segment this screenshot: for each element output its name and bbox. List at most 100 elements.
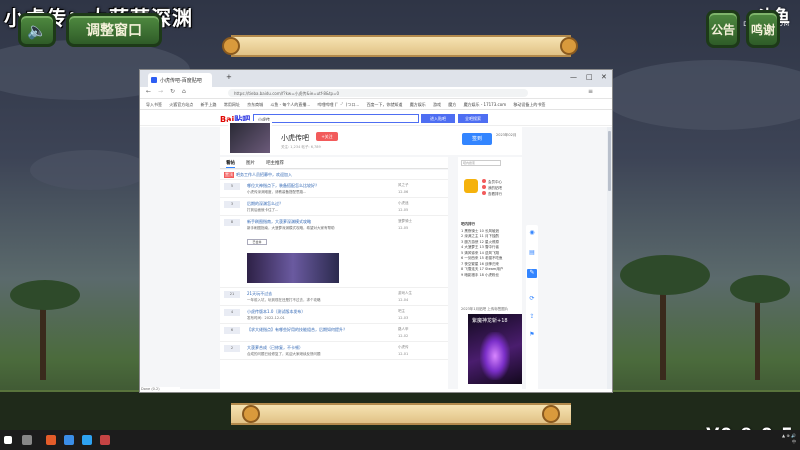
list-item[interactable]: 9 暗影猎手 18 小虎粉丝 (461, 273, 519, 279)
thread-author[interactable]: 风之子 (398, 183, 409, 188)
home-icon[interactable]: ⌂ (182, 88, 186, 95)
follow-button[interactable]: +关注 (316, 132, 338, 141)
reply-count: 5 (224, 183, 240, 190)
app-icon[interactable]: ◉ (527, 229, 537, 238)
thread-snippet: 新手刷图指南，大菠萝深渊模式攻略，希望对大家有帮助 (247, 226, 335, 230)
tab-bar: 小虎传吧-百度贴吧 + — □ ✕ (140, 70, 612, 87)
tab-images[interactable]: 图片 (246, 160, 255, 166)
tree (10, 280, 80, 310)
forum-search-input[interactable]: 吧内搜索 (461, 160, 501, 166)
bookmark-item[interactable]: 火狐官方站点 (169, 102, 193, 108)
scroll-knob (242, 405, 260, 423)
bookmark-item[interactable]: 新手上路 (201, 102, 217, 108)
tab-threads[interactable]: 看帖 (226, 160, 235, 168)
edit-icon[interactable]: ✎ (527, 269, 537, 278)
table-row[interactable]: 2 大菠萝合成（已修复，不卡顿） 合成的问题已经修复了，欢迎大家继续反馈问题 小… (220, 342, 448, 360)
scroll-top (231, 35, 571, 57)
new-tab-button[interactable]: + (226, 73, 232, 81)
page-content: 小虎传吧 +关注 关注: 1,234 帖子: 6,789 签到 2023年02月… (140, 121, 612, 392)
thread-author[interactable]: 菠萝骑士 (398, 219, 412, 224)
bookmark-item[interactable]: 魔方娱乐 - 17173.com (464, 102, 507, 108)
browser-window: 小虎传吧-百度贴吧 + — □ ✕ ← → ↻ ⌂ https://tieba.… (139, 69, 613, 393)
thread-author[interactable]: 小虎传 (398, 345, 409, 350)
thread-title[interactable]: 新手刷图指南，大菠萝深渊模式攻略 (247, 219, 311, 225)
bookmark-item[interactable]: 常用网址 (224, 102, 240, 108)
taskbar: ▲ ⊕ 🔊 中 (0, 430, 800, 450)
bookmark-item[interactable]: 斗鱼 - 每个人的直播... (270, 102, 310, 108)
sidebar-item[interactable]: 查看排行 (482, 191, 502, 197)
search-input[interactable]: 小虎传 (253, 114, 419, 123)
app-icon[interactable] (64, 435, 74, 445)
app-icon[interactable] (82, 435, 92, 445)
adjust-window-button[interactable]: 调整窗口 (66, 13, 162, 47)
forum-avatar (228, 121, 272, 155)
app-icon[interactable] (100, 435, 110, 445)
scrollbar-thumb[interactable] (608, 131, 611, 191)
table-row[interactable]: 3 后期的深渊怎么过？ 打到后面就卡住了... 小虎迷 12-05 (220, 198, 448, 216)
thread-title[interactable]: 大菠萝合成（已修复，不卡顿） (247, 345, 303, 351)
thread-title[interactable]: 哪位大神指点下，装备搭配怎么比较好？ (247, 183, 319, 189)
minimize-button[interactable]: — (570, 73, 577, 81)
browser-tab[interactable]: 小虎传吧-百度贴吧 (148, 73, 212, 87)
bookmark-item[interactable]: 魔方娱乐 (410, 102, 426, 108)
sound-button[interactable]: 🔈 (18, 13, 56, 47)
all-search-button[interactable]: 全吧搜索 (458, 114, 488, 123)
search-icon[interactable] (22, 435, 32, 445)
list-icon[interactable]: ▤ (527, 249, 537, 258)
tree (755, 290, 760, 380)
thread-thumbnail[interactable] (247, 253, 339, 283)
system-tray[interactable]: ▲ ⊕ 🔊 中 (782, 433, 796, 445)
scroll-bottom (231, 403, 571, 425)
thread-time: 12-05 (398, 226, 409, 230)
tieba-favicon-icon (151, 77, 157, 83)
thread-author[interactable]: 吧主 (398, 309, 405, 314)
forum-tabs: 看帖 图片 吧主推荐 (220, 157, 448, 169)
thread-author[interactable]: 小虎迷 (398, 201, 409, 206)
thread-title[interactable]: 小虎传版本1.0（测试版本发布） (247, 309, 305, 315)
maximize-button[interactable]: □ (586, 73, 593, 81)
table-row[interactable]: 4 小虎传版本1.0（测试版本发布） 发布时间：2022-12-01 吧主 12… (220, 306, 448, 324)
close-button[interactable]: ✕ (601, 73, 607, 81)
table-row[interactable]: 5 哪位大神指点下，装备搭配怎么比较好？ 小虎传深渊难度，请教装备搭配思路...… (220, 180, 448, 198)
table-row[interactable]: 8 新手刷图指南，大菠萝深渊模式攻略 新手刷图指南，大菠萝深渊模式攻略，希望对大… (220, 216, 448, 288)
share-icon[interactable]: ⇪ (527, 313, 537, 322)
reload-icon[interactable]: ↻ (170, 88, 175, 95)
menu-icon[interactable]: ≡ (588, 88, 593, 95)
announcement-button[interactable]: 公告 (706, 10, 740, 48)
thread-title[interactable]: 21天玩不过去 (247, 291, 272, 297)
windows-start-icon[interactable] (4, 436, 12, 444)
feedback-icon[interactable]: ⚑ (527, 331, 537, 340)
scrollbar[interactable] (607, 127, 612, 389)
bookmark-item[interactable]: 百度一下，你就知道 (366, 102, 402, 108)
table-row[interactable]: 21 21天玩不过去 一年前入坑，玩到现在还是打不过去，求个攻略 游戏人生 12… (220, 288, 448, 306)
thread-snippet: 一年前入坑，玩到现在还是打不过去，求个攻略 (247, 298, 321, 302)
thread-title[interactable]: 后期的深渊怎么过？ (247, 201, 283, 207)
table-row[interactable]: 6 【求大佬指点】有哪些好用的技能组合，后期如何提升？ 路人甲 12-02 (220, 324, 448, 342)
url-input[interactable]: https://tieba.baidu.com/f?kw=小虎传&ie=utf-… (228, 89, 528, 97)
forward-icon[interactable]: → (158, 88, 163, 95)
bookmark-item[interactable]: 哔哩哔哩 (゜-゜)つロ... (318, 102, 360, 108)
bookmark-item[interactable]: 导入书签 (146, 102, 162, 108)
thread-title: 置顶 吧务工作人员招募中，欢迎加入 (224, 172, 292, 178)
sidebar-links: 会员中心 我的贴吧 查看排行 (482, 179, 502, 197)
refresh-icon[interactable]: ⟳ (527, 295, 537, 304)
thread-title[interactable]: 【求大佬指点】有哪些好用的技能组合，后期如何提升？ (247, 327, 347, 333)
tree (40, 300, 46, 380)
back-icon[interactable]: ← (146, 88, 151, 95)
table-row[interactable]: 置顶 吧务工作人员招募中，欢迎加入 (220, 170, 448, 180)
tab-recommended[interactable]: 吧主推荐 (266, 160, 284, 166)
bookmarks-bar: 导入书签 火狐官方站点 新手上路 常用网址 京东商城 斗鱼 - 每个人的直播..… (140, 99, 612, 110)
ranking-list: 吧内排行 1 黑夜骑士 10 长风破浪 2 深渊之主 11 月下独酌 3 魔方游… (461, 222, 519, 278)
thanks-button[interactable]: 鸣谢 (746, 10, 780, 48)
sign-in-button[interactable]: 签到 (462, 133, 492, 145)
bookmark-item[interactable]: 京东商城 (247, 102, 263, 108)
bookmark-item[interactable]: 移动设备上的书签 (513, 102, 545, 108)
bookmark-item[interactable]: 魔方 (448, 102, 456, 108)
side-toolbar: ◉ ▤ ✎ ⟳ ⇪ ⚑ (526, 225, 538, 392)
firefox-icon[interactable] (46, 435, 56, 445)
thread-author[interactable]: 游戏人生 (398, 291, 412, 296)
thread-author[interactable]: 路人甲 (398, 327, 409, 332)
enter-forum-button[interactable]: 进入贴吧 (421, 114, 455, 123)
scroll-knob (560, 37, 578, 55)
bookmark-item[interactable]: 游戏 (433, 102, 441, 108)
